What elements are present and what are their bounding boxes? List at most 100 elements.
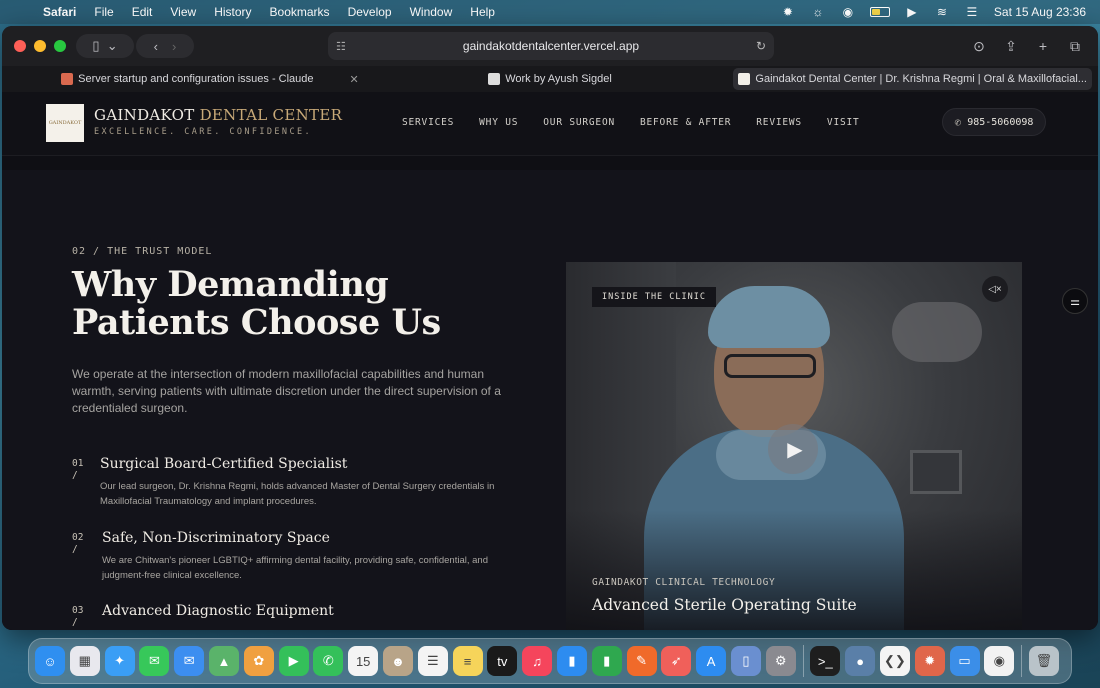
section-eyebrow: 02 / THE TRUST MODEL <box>72 246 213 257</box>
nav-why-us[interactable]: WHY US <box>479 117 518 128</box>
menu-file[interactable]: File <box>85 5 122 19</box>
play-icon[interactable]: ▶ <box>768 424 818 474</box>
facetime-icon[interactable]: ▶ <box>278 646 309 676</box>
clinic-video[interactable]: INSIDE THE CLINIC ◁× ▶ GAINDAKOT CLINICA… <box>566 262 1022 630</box>
files-icon[interactable]: ▭ <box>949 646 980 676</box>
forward-button[interactable]: › <box>172 39 176 54</box>
reminders-icon[interactable]: ☰ <box>417 646 448 676</box>
menu-app-name[interactable]: Safari <box>34 5 85 19</box>
settings-icon[interactable]: ⚙ <box>765 646 796 676</box>
page-settings-icon[interactable]: ☷ <box>336 40 346 53</box>
tab-claude[interactable]: Server startup and configuration issues … <box>8 68 367 90</box>
numbers-icon[interactable]: ▮ <box>591 646 622 676</box>
new-tab-icon[interactable]: + <box>1030 34 1056 58</box>
close-window-button[interactable] <box>14 40 26 52</box>
sidebar-toggle-button[interactable]: ▯ ⌄ <box>76 34 134 58</box>
tv-icon[interactable]: tv <box>487 646 518 676</box>
video-caption-label: GAINDAKOT CLINICAL TECHNOLOGY <box>592 577 776 588</box>
mute-icon[interactable]: ◁× <box>982 276 1008 302</box>
nav-visit[interactable]: VISIT <box>827 117 860 128</box>
menu-help[interactable]: Help <box>461 5 504 19</box>
nav-reviews[interactable]: REVIEWS <box>756 117 802 128</box>
calendar-icon[interactable]: 15 <box>348 646 379 676</box>
chrome-icon[interactable]: ◉ <box>984 646 1015 676</box>
video-frame-cap <box>708 286 830 348</box>
minimize-window-button[interactable] <box>34 40 46 52</box>
terminal-icon[interactable]: >_ <box>810 646 841 676</box>
control-center-icon[interactable]: ☰ <box>964 5 980 19</box>
downloads-icon[interactable]: ⊙ <box>966 34 992 58</box>
music-icon[interactable]: ♫ <box>522 646 553 676</box>
brand-block[interactable]: GAINDAKOT DENTAL CENTER EXCELLENCE. CARE… <box>94 106 342 137</box>
battery-icon[interactable] <box>869 7 890 17</box>
tab-title: Server startup and configuration issues … <box>78 73 314 85</box>
tab-portfolio[interactable]: Work by Ayush Sigdel <box>371 68 730 90</box>
vscode-icon[interactable]: ❮❯ <box>879 646 910 676</box>
feature-title: Advanced Diagnostic Equipment <box>102 603 334 619</box>
close-tab-icon[interactable]: ✕ <box>349 73 358 86</box>
brand-name-primary: GAINDAKOT <box>94 106 200 124</box>
photos-icon[interactable]: ✿ <box>243 646 274 676</box>
menu-bookmarks[interactable]: Bookmarks <box>261 5 339 19</box>
phone-button[interactable]: ✆ 985-5060098 <box>942 108 1046 136</box>
nav-services[interactable]: SERVICES <box>402 117 454 128</box>
contacts-icon[interactable]: ☻ <box>382 646 413 676</box>
menu-develop[interactable]: Develop <box>339 5 401 19</box>
share-icon[interactable]: ⇪ <box>998 34 1024 58</box>
claude-icon[interactable]: ✹ <box>914 646 945 676</box>
address-text: gaindakotdentalcenter.vercel.app <box>462 39 640 53</box>
menu-clock[interactable]: Sat 15 Aug 23:36 <box>994 5 1086 19</box>
video-caption-title: Advanced Sterile Operating Suite <box>592 596 857 614</box>
disk-icon[interactable]: ● <box>845 646 876 676</box>
section-headline: Why Demanding Patients Choose Us <box>72 264 441 343</box>
webpage: GAINDAKOT GAINDAKOT DENTAL CENTER EXCELL… <box>2 92 1098 630</box>
tab-overview-icon[interactable]: ⧉ <box>1062 34 1088 58</box>
site-nav-links: SERVICES WHY US OUR SURGEON BEFORE & AFT… <box>402 117 860 128</box>
nav-buttons: ‹ › <box>136 34 194 58</box>
wifi-icon[interactable]: ≋ <box>934 5 950 19</box>
zoom-window-button[interactable] <box>54 40 66 52</box>
preview-icon[interactable]: ▯ <box>730 646 761 676</box>
feature-number: 03 / <box>72 605 84 628</box>
rocket-icon[interactable]: ➶ <box>661 646 692 676</box>
feature-description: Our lead surgeon, Dr. Krishna Regmi, hol… <box>100 481 495 507</box>
feature-title: Surgical Board-Certified Specialist <box>100 456 348 472</box>
messages-icon[interactable]: ✉ <box>139 646 170 676</box>
menu-bar: Safari File Edit View History Bookmarks … <box>0 0 1100 24</box>
launchpad-icon[interactable]: ▦ <box>69 646 100 676</box>
tab-bar: Server startup and configuration issues … <box>2 66 1098 92</box>
user-icon[interactable]: ◉ <box>840 5 856 19</box>
address-bar[interactable]: ☷ gaindakotdentalcenter.vercel.app ↻ <box>328 32 774 60</box>
tab-title: Work by Ayush Sigdel <box>505 73 612 85</box>
reload-icon[interactable]: ↻ <box>756 39 766 53</box>
accessibility-toggle-icon[interactable]: ⚌ <box>1062 288 1088 314</box>
site-header: GAINDAKOT GAINDAKOT DENTAL CENTER EXCELL… <box>2 92 1098 156</box>
keynote-icon[interactable]: ▮ <box>556 646 587 676</box>
menu-view[interactable]: View <box>161 5 205 19</box>
video-frame-monitor <box>910 450 962 494</box>
toolbar-right: ⊙ ⇪ + ⧉ <box>966 34 1088 58</box>
notes-icon[interactable]: ≡ <box>452 646 483 676</box>
claude-status-icon[interactable]: ✹ <box>780 5 796 19</box>
menu-edit[interactable]: Edit <box>123 5 162 19</box>
menu-window[interactable]: Window <box>401 5 462 19</box>
nav-our-surgeon[interactable]: OUR SURGEON <box>543 117 615 128</box>
mail-icon[interactable]: ✉ <box>174 646 205 676</box>
media-play-icon[interactable]: ▶ <box>904 5 920 19</box>
trash-icon[interactable]: 🗑 <box>1028 646 1059 676</box>
pages-icon[interactable]: ✎ <box>626 646 657 676</box>
menu-history[interactable]: History <box>205 5 260 19</box>
tab-dental-center[interactable]: Gaindakot Dental Center | Dr. Krishna Re… <box>733 68 1093 90</box>
back-button[interactable]: ‹ <box>154 39 158 54</box>
nav-before-after[interactable]: BEFORE & AFTER <box>640 117 731 128</box>
browser-toolbar: ▯ ⌄ ‹ › ☷ gaindakotdentalcenter.vercel.a… <box>2 26 1098 66</box>
safari-icon[interactable]: ✦ <box>104 646 135 676</box>
brightness-icon[interactable]: ☼ <box>810 5 826 19</box>
finder-icon[interactable]: ☺ <box>35 646 65 676</box>
menu-status-area: ✹ ☼ ◉ ▶ ≋ ☰ Sat 15 Aug 23:36 <box>780 5 1100 19</box>
feature-title: Safe, Non-Discriminatory Space <box>102 530 330 546</box>
site-logo[interactable]: GAINDAKOT <box>46 104 84 142</box>
phone-icon[interactable]: ✆ <box>313 646 344 676</box>
appstore-icon[interactable]: A <box>696 646 727 676</box>
maps-icon[interactable]: ▲ <box>208 646 239 676</box>
